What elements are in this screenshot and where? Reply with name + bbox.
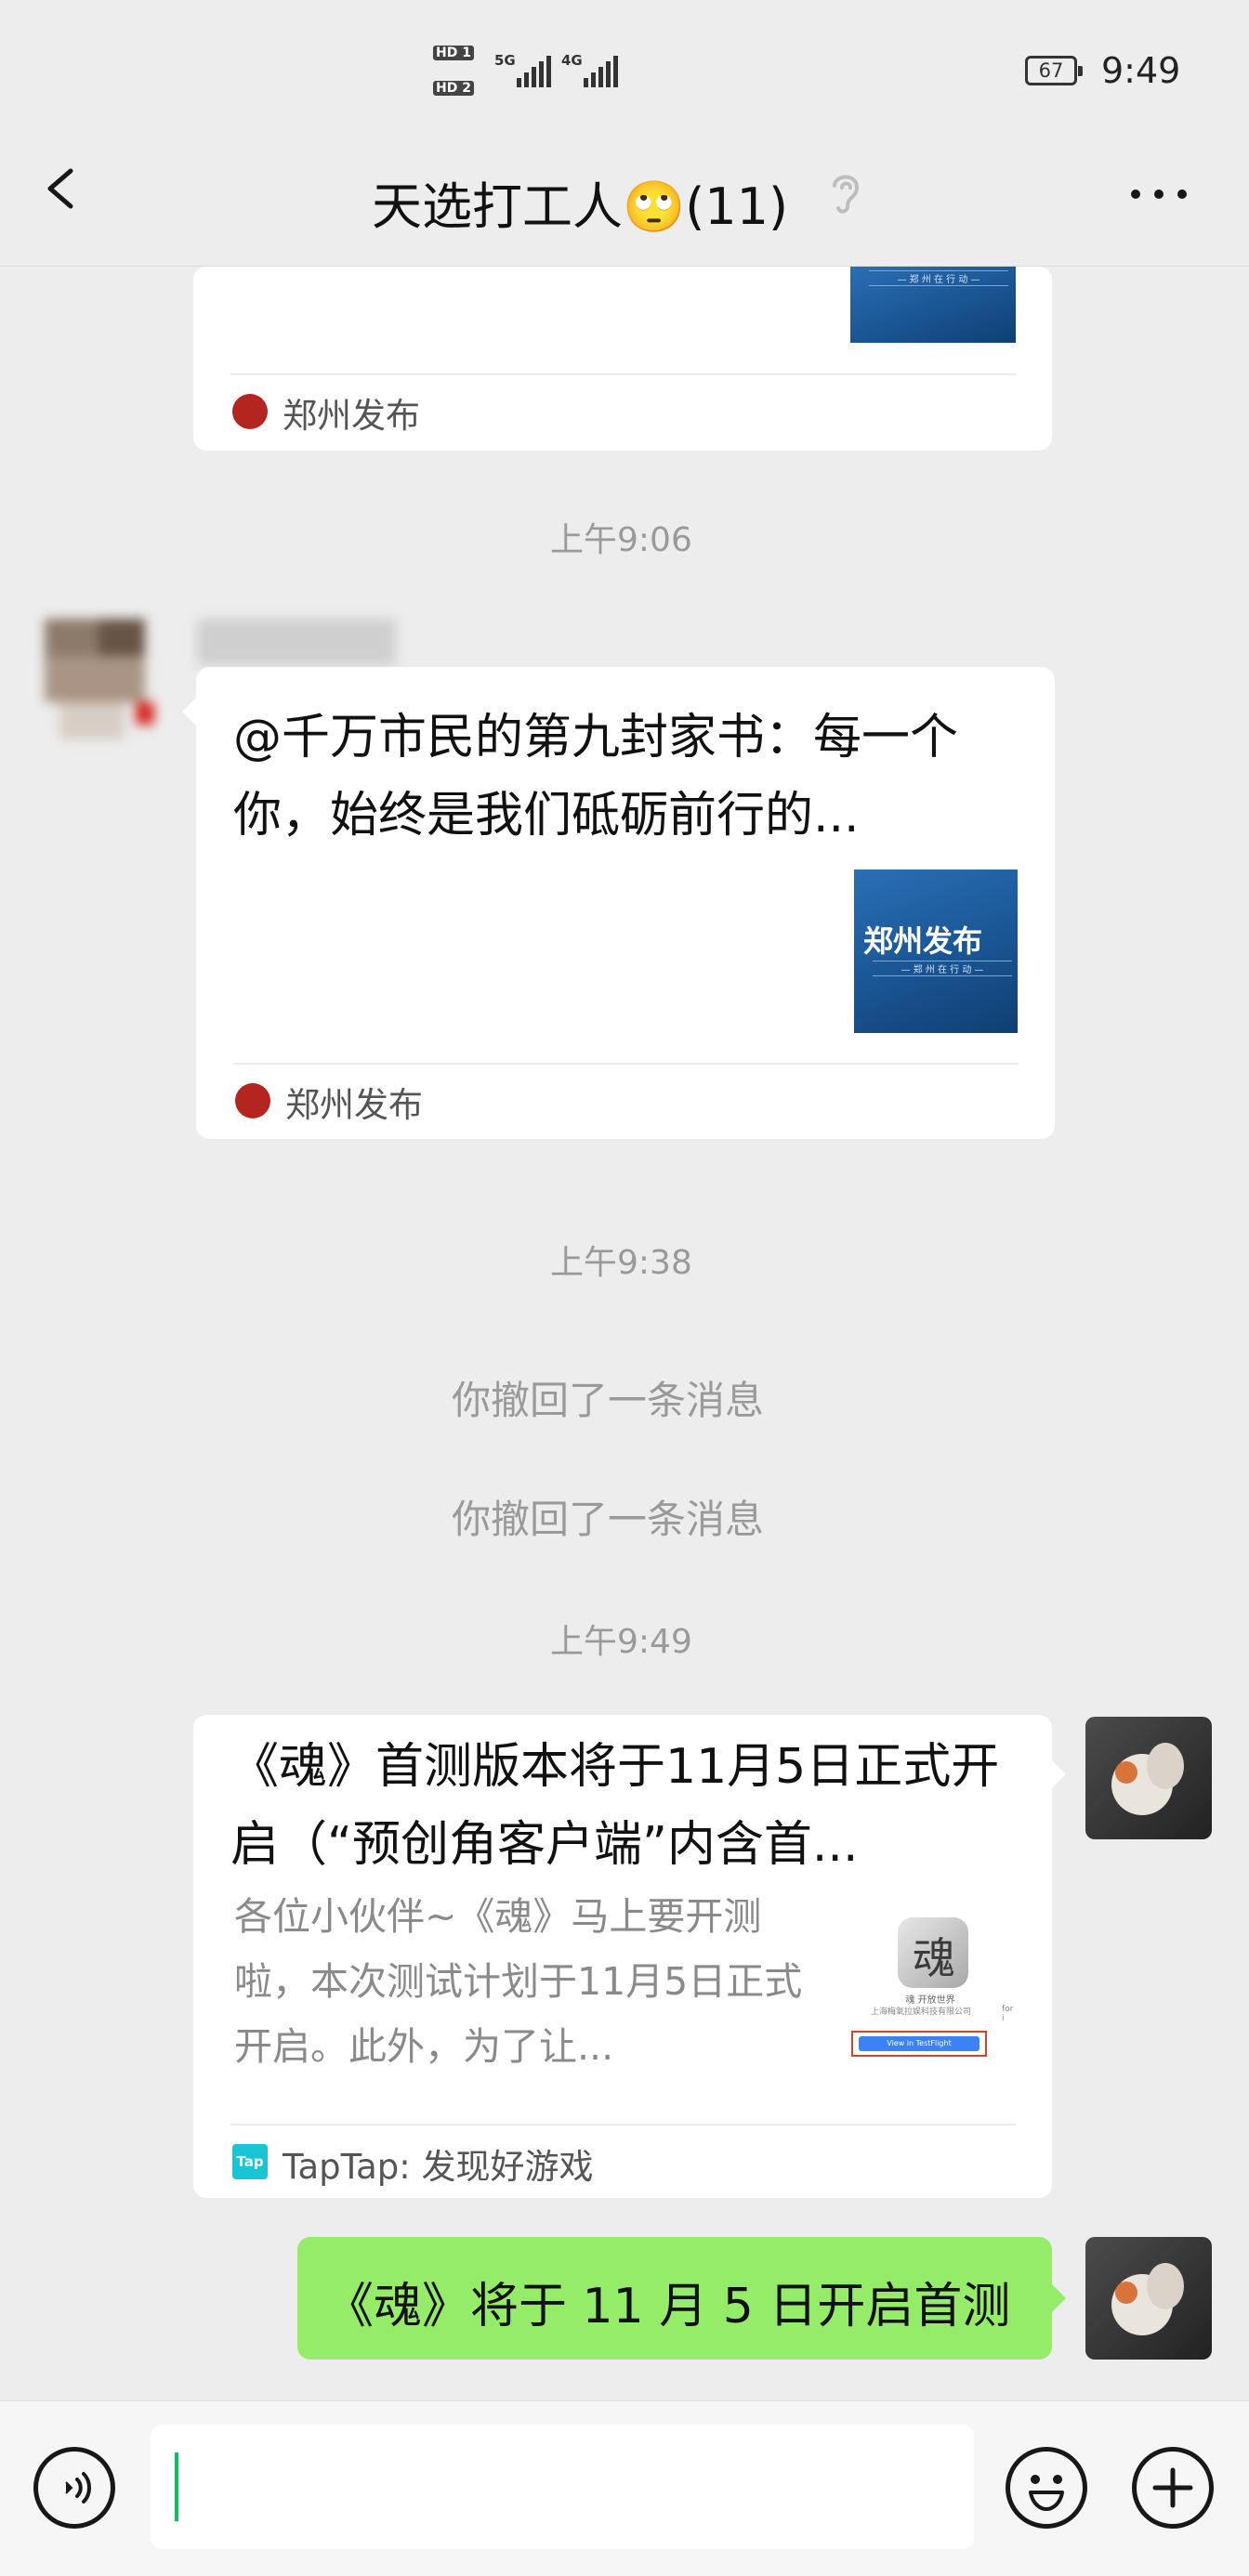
shared-article-card-top[interactable]: — 郑 州 在 行 动 — 郑州发布 <box>193 267 1052 451</box>
game-app-icon: 魂 <box>898 1917 968 1988</box>
network-5g-label: 5G <box>494 52 516 69</box>
bubble-tail <box>1051 1759 1066 1789</box>
sim1-badge: HD 1 <box>433 43 474 60</box>
chevron-left-icon <box>47 168 73 209</box>
text-message-bubble[interactable]: 《魂》将于 11 月 5 日开启首测 <box>297 2237 1052 2360</box>
game-thumbnail: 魂 魂 开放世界 上海梅氧拉娱科技有限公司 for i View in Test… <box>844 1917 1017 2072</box>
card-source: 郑州发布 <box>285 1085 423 1125</box>
voice-icon <box>65 2472 91 2504</box>
emoji-icon <box>1029 2475 1064 2511</box>
more-dots-icon <box>1131 190 1187 199</box>
shared-game-card[interactable]: 《魂》首测版本将于11月5日正式开启（“预创角客户端”内含首... 各位小伙伴~… <box>193 1715 1052 2198</box>
timestamp: 上午9:06 <box>550 521 692 559</box>
message-text: 《魂》将于 11 月 5 日开启首测 <box>325 2279 1011 2334</box>
avatar[interactable] <box>1085 2237 1212 2360</box>
avatar[interactable] <box>1085 1717 1212 1839</box>
signal-bars-1-icon <box>517 56 554 89</box>
sim2-badge: HD 2 <box>433 78 474 96</box>
text-caret <box>175 2452 178 2521</box>
card-divider <box>233 1063 1019 1065</box>
emoji-button[interactable] <box>1006 2447 1087 2529</box>
timestamp: 上午9:49 <box>550 1623 692 1661</box>
card-source: TapTap: 发现好游戏 <box>283 2147 594 2187</box>
shared-article-card[interactable]: @千万市民的第九封家书：每一个你，始终是我们砥砺前行的... 郑州发布 — 郑 … <box>196 667 1055 1139</box>
card-divider <box>230 2124 1016 2125</box>
recall-notice: 你撤回了一条消息 <box>452 1497 765 1542</box>
chat-title: 天选打工人🙄(11) <box>372 177 789 236</box>
recall-notice: 你撤回了一条消息 <box>452 1378 765 1423</box>
bubble-tail <box>182 697 197 726</box>
card-divider <box>230 373 1016 375</box>
back-button[interactable] <box>37 163 87 214</box>
zhengzhou-logo-icon <box>235 1083 270 1118</box>
network-4g-label: 4G <box>561 52 583 69</box>
zhengzhou-logo-icon <box>232 394 268 429</box>
article-thumbnail: — 郑 州 在 行 动 — <box>850 267 1016 343</box>
avatar[interactable] <box>26 613 173 752</box>
signal-bars-2-icon <box>584 56 621 89</box>
timestamp: 上午9:38 <box>550 1244 692 1282</box>
plus-icon <box>1152 2467 1193 2508</box>
article-thumbnail: 郑州发布 — 郑 州 在 行 动 — <box>854 870 1018 1033</box>
voice-button[interactable] <box>33 2447 115 2529</box>
status-bar: HD 1 HD 2 5G 4G 67 9:49 <box>0 0 1249 139</box>
article-title: @千万市民的第九封家书：每一个你，始终是我们砥砺前行的... <box>233 710 959 843</box>
game-article-title: 《魂》首测版本将于11月5日正式开启（“预创角客户端”内含首... <box>230 1739 1000 1873</box>
taptap-logo-icon: Tap <box>232 2144 268 2179</box>
sender-name <box>197 619 396 665</box>
bubble-tail <box>1051 2283 1066 2313</box>
message-input[interactable] <box>151 2425 974 2549</box>
battery-icon: 67 <box>1025 56 1083 85</box>
clock: 9:49 <box>1101 50 1181 91</box>
ear-icon <box>825 167 866 217</box>
plus-button[interactable] <box>1132 2447 1214 2529</box>
more-button[interactable] <box>1126 180 1191 208</box>
card-source: 郑州发布 <box>283 396 420 436</box>
game-article-desc: 各位小伙伴~《魂》马上要开测啦，本次测试计划于11月5日正式开启。此外，为了让.… <box>234 1894 803 2069</box>
